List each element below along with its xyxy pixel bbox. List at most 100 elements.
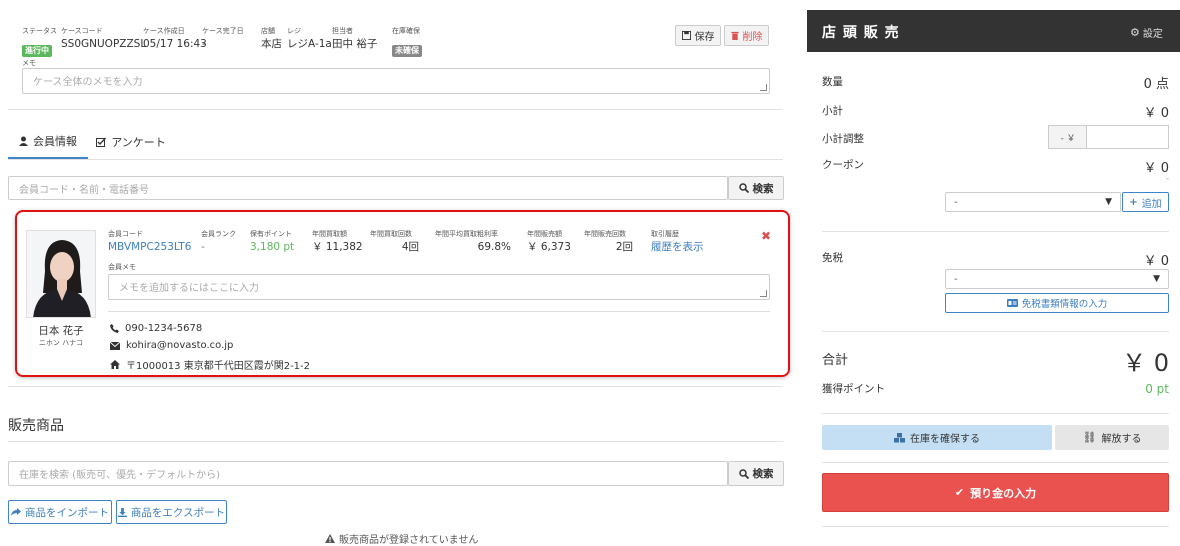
member-rank: - <box>201 241 205 253</box>
search-icon <box>738 468 749 479</box>
unlink-icon: ⛓ <box>1082 431 1097 444</box>
divider <box>8 109 783 110</box>
coupon-label: クーポン <box>822 159 864 171</box>
created-label: ケース作成日 <box>143 27 185 35</box>
stock-badge: 未確保 <box>392 38 422 57</box>
release-stock-button[interactable]: ⛓ 解放する <box>1055 425 1169 450</box>
status-badge: 進行中 <box>22 38 52 57</box>
total-value: ￥ 0 <box>1122 349 1169 377</box>
save-icon <box>681 31 691 40</box>
divider <box>822 526 1169 527</box>
divider <box>8 386 783 387</box>
member-search-input[interactable]: 会員コード・名前・電話番号 <box>8 176 728 200</box>
download-icon <box>117 507 127 517</box>
adjust-label: 小計調整 <box>822 133 864 145</box>
register-label: レジ <box>287 27 301 35</box>
stat-label: 保有ポイント <box>250 230 292 238</box>
stock-search-input[interactable]: 在庫を検索 (販売可、優先・デフォルトから) <box>8 461 728 486</box>
stat-label: 会員コード <box>108 230 143 238</box>
gear-icon: ⚙ <box>1130 26 1140 39</box>
export-button[interactable]: 商品をエクスポート <box>116 500 227 524</box>
annual-margin-rate: 69.8% <box>477 241 511 253</box>
status-label: ステータス <box>22 27 57 35</box>
tab-member-info[interactable]: 会員情報 <box>8 124 88 159</box>
stock-label: 在庫確保 <box>392 27 420 35</box>
stat-label: 年間販売回数 <box>584 230 626 238</box>
divider <box>822 462 1169 463</box>
member-email: kohira@novasto.co.jp <box>110 340 233 351</box>
store-label: 店舗 <box>261 27 275 35</box>
member-kana: ニホン ハナコ <box>38 339 84 347</box>
stat-label: 年間買取回数 <box>370 230 412 238</box>
case-code-label: ケースコード <box>61 27 103 35</box>
search-icon <box>738 183 749 193</box>
divider <box>8 441 783 442</box>
user-icon <box>19 136 28 146</box>
deposit-button[interactable]: ✔ 預り金の入力 <box>822 473 1169 512</box>
settings-button[interactable]: ⚙ 設定 <box>1130 25 1163 40</box>
close-icon[interactable]: ✖ <box>761 229 771 243</box>
points-label: 獲得ポイント <box>822 383 885 395</box>
quantity-value: 0 点 <box>1143 77 1169 92</box>
products-title: 販売商品 <box>8 418 64 434</box>
save-button[interactable]: 保存 <box>675 25 721 46</box>
phone-icon <box>110 324 119 333</box>
annual-purchase-amount: ￥ 11,382 <box>312 241 363 253</box>
add-coupon-button[interactable]: + 追加 <box>1122 192 1169 212</box>
reserve-stock-button[interactable]: 在庫を確保する <box>822 425 1052 450</box>
tax-free-value: ￥ 0 <box>1143 254 1169 269</box>
tax-doc-button[interactable]: 免税書類情報の入力 <box>945 293 1169 313</box>
memo-label: メモ <box>22 59 36 67</box>
subtotal-label: 小計 <box>822 105 843 117</box>
total-label: 合計 <box>822 353 849 368</box>
empty-products-message: 販売商品が登録されていません <box>325 531 478 546</box>
store-value: 本店 <box>261 38 282 50</box>
annual-purchase-count: 4回 <box>401 241 419 253</box>
adjust-prefix: - ￥ <box>1048 125 1087 149</box>
stock-search-button[interactable]: 検索 <box>728 461 784 486</box>
chevron-down-icon: ▼ <box>1153 274 1160 284</box>
member-name: 日本 花子 <box>38 325 84 337</box>
checkbox-icon <box>96 137 107 147</box>
trash-icon <box>730 31 739 40</box>
adjust-input[interactable] <box>1086 125 1169 149</box>
member-memo-label: 会員メモ <box>108 263 136 271</box>
member-card: 日本 花子 ニホン ハナコ 会員コード MBVMPC253LT6 会員ランク -… <box>15 210 790 377</box>
cubes-icon <box>894 432 905 442</box>
id-card-icon <box>1006 299 1018 307</box>
member-address: 〒1000013 東京都千代田区霞が関2-1-2 <box>110 357 310 372</box>
tab-divider <box>8 159 783 160</box>
plus-icon: + <box>1129 196 1138 208</box>
completed-date: - <box>202 38 206 50</box>
stat-label: 年間平均買取粗利率 <box>435 230 498 238</box>
divider <box>822 413 1169 414</box>
completed-label: ケース完了日 <box>202 27 244 35</box>
coupon-select[interactable]: - ▼ <box>945 192 1121 212</box>
stat-label: 会員ランク <box>201 230 236 238</box>
delete-button[interactable]: 削除 <box>724 25 769 46</box>
member-phone: 090-1234-5678 <box>110 323 202 334</box>
panel-title: 店 頭 販 売 <box>822 25 900 41</box>
tax-free-select[interactable]: - ▼ <box>945 269 1169 289</box>
member-code-link[interactable]: MBVMPC253LT6 <box>108 241 191 254</box>
tab-survey[interactable]: アンケート <box>96 124 166 159</box>
divider <box>108 311 770 312</box>
case-memo-input[interactable]: ケース全体のメモを入力 <box>22 68 770 94</box>
member-points: 3,180 pt <box>250 241 295 253</box>
subtotal-value: ￥ 0 <box>1143 106 1169 121</box>
warning-icon <box>325 534 335 543</box>
import-button[interactable]: 商品をインポート <box>8 500 112 524</box>
staff-label: 担当者 <box>332 27 353 35</box>
member-search-button[interactable]: 検索 <box>728 176 784 200</box>
annual-sales-amount: ￥ 6,373 <box>527 241 571 253</box>
tax-free-label: 免税 <box>822 252 843 264</box>
stat-label: 取引履歴 <box>651 230 679 238</box>
created-date: 05/17 16:43 <box>143 38 207 50</box>
points-value: 0 pt <box>1145 382 1169 396</box>
member-memo-input[interactable]: メモを追加するにはここに入力 <box>108 274 770 300</box>
staff-value: 田中 裕子 <box>332 38 378 50</box>
sales-panel: 店 頭 販 売 ⚙ 設定 数量 0 点 小計 ￥ 0 小計調整 - ￥ クーポン… <box>807 10 1180 543</box>
history-link[interactable]: 履歴を表示 <box>651 241 704 254</box>
register-value: レジA-1a <box>287 38 332 50</box>
divider <box>822 331 1169 332</box>
